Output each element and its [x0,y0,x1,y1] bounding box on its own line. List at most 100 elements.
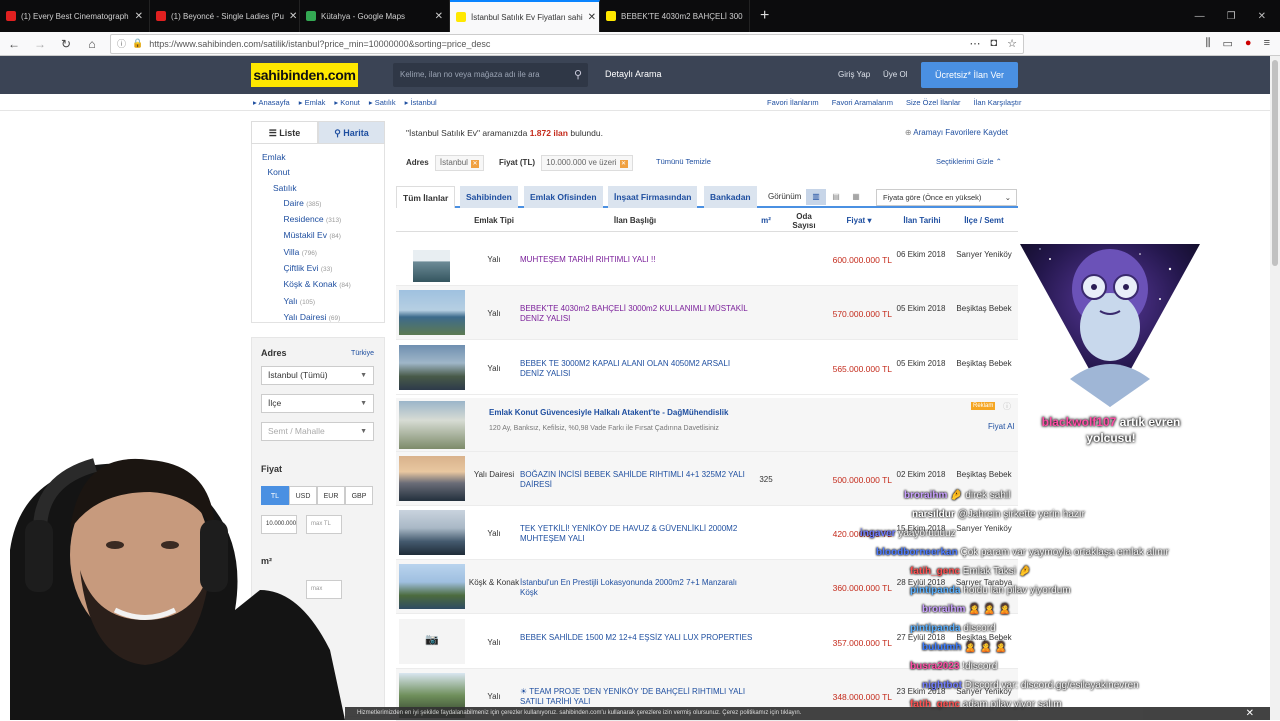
sort-select[interactable]: Fiyata göre (Önce en yüksek) ⌄ [876,189,1017,206]
remove-filter-icon[interactable]: ✕ [470,160,479,168]
table-row[interactable]: Yalı BEBEK'TE 4030m2 BAHÇELİ 3000m2 KULLA… [396,286,1018,340]
tab-list[interactable]: ☰ Liste [251,121,318,144]
currency-gbp-button[interactable]: GBP [345,486,373,505]
category-item[interactable]: Köşk & Konak (84) [262,277,384,293]
district-select[interactable]: İlçe ▼ [261,394,374,413]
list-view-icon[interactable]: ▥ [806,189,826,205]
breadcrumb-item[interactable]: Konut [340,98,360,107]
col-price[interactable]: Fiyat ▾ [826,210,892,232]
col-location[interactable]: İlçe / Semt [954,210,1014,232]
top-link[interactable]: Favori Aramalarım [832,98,893,107]
top-link[interactable]: İlan Karşılaştır [974,98,1022,107]
close-icon[interactable]: ✕ [1246,707,1254,720]
site-logo[interactable]: sahibinden.com [251,63,358,87]
ad-thumbnail[interactable] [399,401,465,449]
listing-title-link[interactable]: ☀ TEAM PROJE 'DEN YENİKÖY 'DE BAHÇELİ RI… [520,687,756,707]
category-item[interactable]: Emlak [262,150,384,165]
sponsored-listing[interactable]: Emlak Konut Güvencesiyle Halkalı Atakent… [396,398,1018,452]
search-input[interactable]: Kelime, ilan no veya mağaza adı ile ara … [393,63,588,87]
listing-thumbnail[interactable] [399,456,465,501]
forward-icon[interactable]: → [32,37,48,51]
ad-title[interactable]: Emlak Konut Güvencesiyle Halkalı Atakent… [489,408,728,417]
close-tab-icon[interactable]: ✕ [289,11,297,22]
info-icon[interactable]: ⓘ [1003,401,1011,412]
scrollbar-thumb[interactable] [1272,60,1278,266]
category-item[interactable]: Müstakil Ev (84) [262,228,384,244]
category-item[interactable]: Daire (385) [262,196,384,212]
tab-all-listings[interactable]: Tüm İlanlar [396,186,456,208]
compact-view-icon[interactable]: ▤ [826,189,846,205]
listing-title-link[interactable]: BEBEK SAHİLDE 1500 M2 12+4 EŞSİZ YALI LU… [520,633,756,643]
top-link[interactable]: Favori İlanlarım [767,98,819,107]
filter-chip[interactable]: İstanbul ✕ [434,155,484,171]
hide-selected-link[interactable]: Seçtiklerimi Gizle ⌃ [936,157,1002,166]
listing-title-link[interactable]: BOĞAZIN İNCİSİ BEBEK SAHİLDE RIHTIMLI 4+… [520,470,756,490]
category-item[interactable]: Konut [262,165,384,180]
browser-tab[interactable]: (1) Every Best Cinematograph ✕ [0,0,150,32]
tab-by-agency[interactable]: Emlak Ofisinden [524,186,603,208]
url-bar[interactable]: ⓘ 🔒 https://www.sahibinden.com/satilik/i… [110,33,1024,54]
listing-thumbnail[interactable]: 📷 [399,619,465,664]
remove-filter-icon[interactable]: ✕ [619,160,628,168]
extension-icon[interactable]: ● [1245,37,1252,50]
col-date[interactable]: İlan Tarihi [894,210,950,232]
tab-by-builder[interactable]: İnşaat Firmasından [608,186,698,208]
grid-view-icon[interactable]: ▦ [846,189,866,205]
country-link[interactable]: Türkiye [351,350,374,357]
minimize-icon[interactable]: — [1195,11,1205,22]
sidebar-icon[interactable]: ▭ [1223,37,1233,50]
login-link[interactable]: Giriş Yap [838,70,870,79]
close-tab-icon[interactable]: ✕ [588,12,596,23]
listing-title-link[interactable]: İstanbul'un En Prestijli Lokasyonunda 20… [520,578,756,598]
table-row[interactable]: Yalı BEBEK TE 3000M2 KAPALI ALANI OLAN 40… [396,341,1018,395]
clear-all-link[interactable]: Tümünü Temizle [656,157,711,166]
listing-title-link[interactable]: BEBEK'TE 4030m2 BAHÇELİ 3000m2 KULLANIML… [520,304,756,324]
restore-icon[interactable]: ❐ [1227,11,1236,22]
category-item[interactable]: Residence (313) [262,212,384,228]
ad-cta-link[interactable]: Fiyat Al [988,422,1014,431]
info-icon[interactable]: ⓘ [117,37,126,50]
search-icon[interactable]: ⚲ [574,63,582,87]
menu-icon[interactable]: ≡ [1264,37,1270,50]
browser-tab[interactable]: BEBEK'TE 4030m2 BAHÇELİ 300✕ [600,0,750,32]
category-item[interactable]: Çiftlik Evi (33) [262,261,384,277]
breadcrumb-item[interactable]: İstanbul [410,98,436,107]
category-item[interactable]: Yalı (105) [262,294,384,310]
tab-by-bank[interactable]: Bankadan [704,186,757,208]
home-icon[interactable]: ⌂ [84,37,100,51]
top-link[interactable]: Size Özel İlanlar [906,98,961,107]
close-window-icon[interactable]: ✕ [1258,11,1266,22]
reload-icon[interactable]: ↻ [58,37,74,51]
filter-chip[interactable]: 10.000.000 ve üzeri ✕ [541,155,633,171]
city-select[interactable]: İstanbul (Tümü) ▼ [261,366,374,385]
category-item[interactable]: Satılık [262,181,384,196]
tab-by-owner[interactable]: Sahibinden [460,186,518,208]
listing-thumbnail[interactable] [399,290,465,335]
tab-map[interactable]: ⚲ Harita [318,121,385,144]
listing-title-link[interactable]: MUHTEŞEM TARİHİ RIHTIMLI YALI !! [520,255,756,265]
pocket-icon[interactable]: ◘ [990,37,997,50]
listing-thumbnail[interactable] [399,510,465,555]
listing-title-link[interactable]: BEBEK TE 3000M2 KAPALI ALANI OLAN 4050M2… [520,359,756,379]
register-link[interactable]: Üye Ol [883,70,907,79]
listing-thumbnail[interactable] [399,345,465,390]
post-ad-button[interactable]: Ücretsiz* İlan Ver [921,62,1018,88]
detailed-search-link[interactable]: Detaylı Arama [605,69,662,79]
browser-tab[interactable]: Kütahya - Google Maps ✕ [300,0,450,32]
table-row[interactable]: Yalı MUHTEŞEM TARİHİ RIHTIMLI YALI !! 600.… [396,232,1018,286]
breadcrumb-item[interactable]: Anasayfa [258,98,289,107]
library-icon[interactable]: ⫼ [1205,37,1210,50]
close-tab-icon[interactable]: ✕ [435,11,443,22]
listing-thumbnail[interactable] [413,250,450,282]
category-item[interactable]: Villa (796) [262,245,384,261]
listing-title-link[interactable]: TEK YETKİLİ! YENİKÖY DE HAVUZ & GÜVENLİK… [520,524,756,544]
back-icon[interactable]: ← [6,37,22,51]
close-tab-icon[interactable]: ✕ [135,11,143,22]
browser-tab[interactable]: İstanbul Satılık Ev Fiyatları sahi ✕ [450,0,600,32]
new-tab-button[interactable]: + [750,0,779,32]
breadcrumb-item[interactable]: Emlak [305,98,326,107]
listing-thumbnail[interactable] [399,564,465,609]
page-actions-icon[interactable]: ⋯ [969,37,980,50]
col-m2[interactable]: m² [751,210,781,232]
bookmark-star-icon[interactable]: ☆ [1007,37,1017,50]
